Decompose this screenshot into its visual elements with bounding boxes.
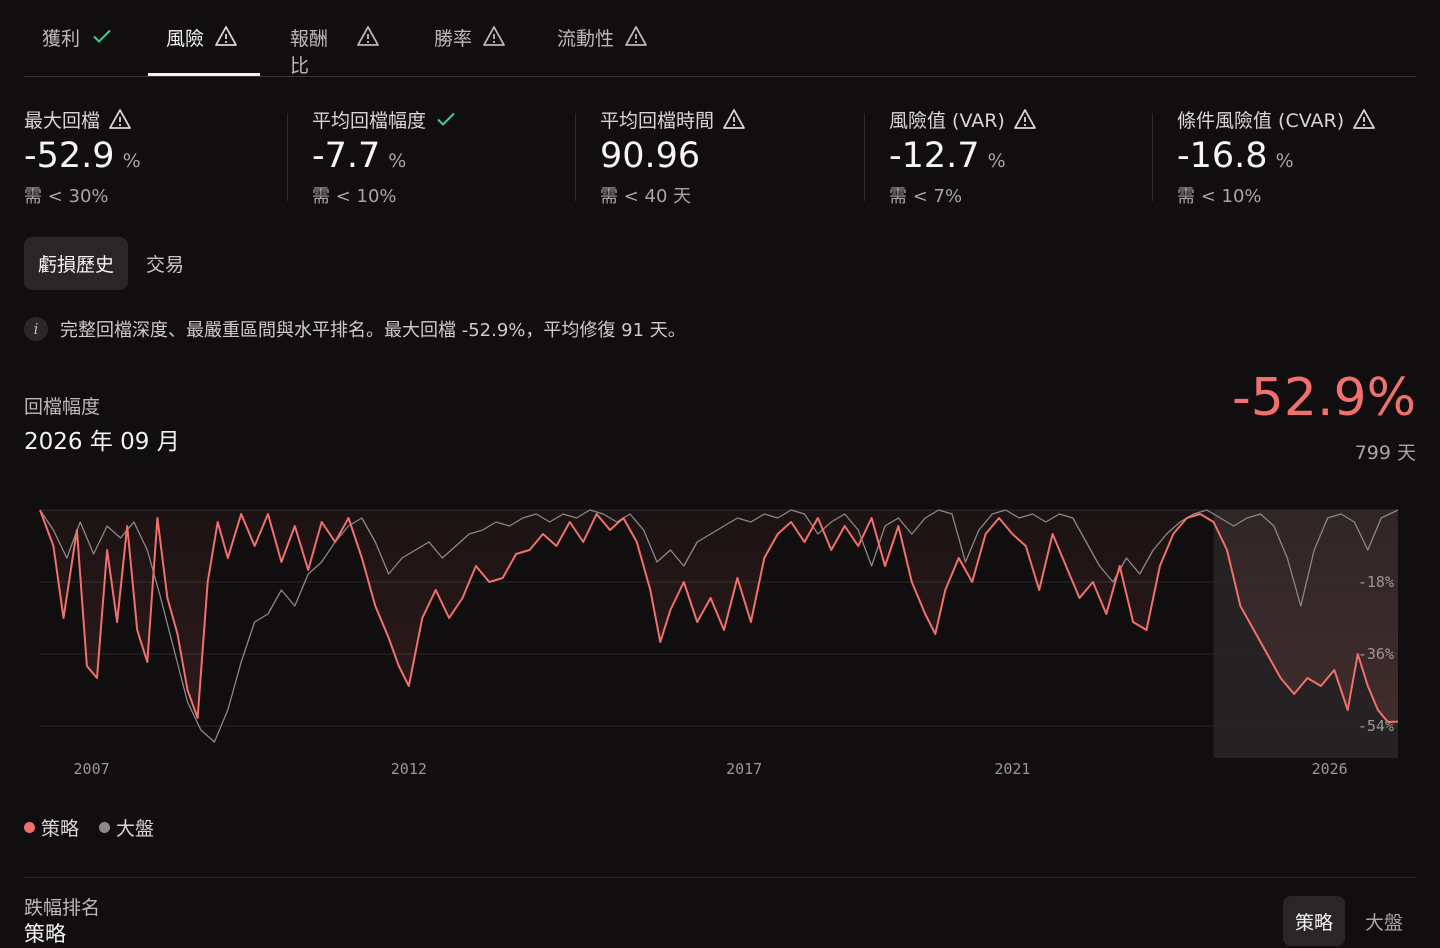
warning-icon [1013,107,1037,131]
info-note-text: 完整回檔深度、最嚴重區間與水平排名。最大回檔 -52.9%，平均修復 91 天。 [60,320,686,341]
tab-label: 報酬比 [290,28,329,77]
drawdown-days: 799 天 [1354,442,1416,464]
y-tick-label: -54% [1358,717,1394,735]
subtab-trades[interactable]: 交易 [136,237,194,290]
metric-requirement: 需 < 10% [1177,186,1262,207]
metric-unit: % [987,150,1006,172]
warning-icon [482,24,506,48]
metric-avg-drawdown-time: 平均回檔時間 90.96 需 < 40 天 [600,104,746,207]
warning-icon [108,107,132,131]
risk-tab-bar: 獲利 風險 報酬比 勝率 流動性 [24,0,1416,77]
divider [24,877,1416,878]
tab-return-ratio[interactable]: 報酬比 [272,24,398,77]
tab-profit[interactable]: 獲利 [24,24,136,76]
warning-icon [1352,107,1376,131]
ranking-title: 跌幅排名 [24,897,101,919]
metric-requirement: 需 < 40 天 [600,186,692,207]
chart-title: 回檔幅度 [24,396,101,418]
legend-label: 策略 [41,818,80,840]
check-icon [90,24,114,48]
metric-value: -7.7 [312,136,381,176]
x-tick-label: 2021 [994,760,1030,778]
tab-label: 獲利 [42,28,81,50]
metric-value: -52.9 [24,136,115,176]
info-icon: i [24,317,48,341]
divider [575,113,576,201]
y-tick-label: -36% [1358,645,1394,663]
tab-liquidity[interactable]: 流動性 [539,24,669,76]
tab-label: 勝率 [434,28,473,50]
legend-item-strategy[interactable]: 策略 [24,814,79,841]
metric-requirement: 需 < 10% [312,186,397,207]
metric-value: 90.96 [600,136,701,176]
metric-label: 最大回檔 [24,109,101,132]
metric-label: 條件風險值 (CVAR) [1177,109,1345,132]
warning-icon [722,107,746,131]
ranking-toggle-strategy[interactable]: 策略 [1283,896,1345,946]
metric-label: 風險值 (VAR) [889,109,1005,132]
x-tick-label: 2007 [74,760,110,778]
metric-max-drawdown: 最大回檔 -52.9% 需 < 30% [24,104,141,207]
warning-icon [214,24,238,48]
info-note: i 完整回檔深度、最嚴重區間與水平排名。最大回檔 -52.9%，平均修復 91 … [24,316,686,342]
divider [1152,113,1153,201]
metric-unit: % [388,150,407,172]
tab-label: 流動性 [557,28,615,50]
divider [864,113,865,201]
metric-var: 風險值 (VAR) -12.7% 需 < 7% [889,104,1037,207]
x-tick-label: 2017 [726,760,762,778]
divider [287,113,288,201]
warning-icon [356,24,380,48]
chart-legend: 策略 大盤 [24,814,154,841]
metric-avg-drawdown: 平均回檔幅度 -7.7% 需 < 10% [312,104,458,207]
metric-value: -16.8 [1177,136,1268,176]
warning-icon [624,24,648,48]
legend-dot [24,822,35,833]
ranking-toggle-market[interactable]: 大盤 [1355,896,1413,946]
metric-unit: % [122,150,141,172]
legend-label: 大盤 [116,818,155,840]
subtab-loss-history[interactable]: 虧損歷史 [24,237,128,290]
metric-cvar: 條件風險值 (CVAR) -16.8% 需 < 10% [1177,104,1376,207]
chart-date: 2026 年 09 月 [24,429,180,455]
tab-win-rate[interactable]: 勝率 [416,24,526,76]
metric-value: -12.7 [889,136,980,176]
metric-requirement: 需 < 30% [24,186,109,207]
metric-requirement: 需 < 7% [889,186,963,207]
check-icon [434,107,458,131]
x-tick-label: 2026 [1312,760,1348,778]
legend-item-market[interactable]: 大盤 [99,814,154,841]
metric-unit: % [1275,150,1294,172]
ranking-subtitle: 策略 [24,922,66,946]
y-tick-label: -18% [1358,573,1394,591]
metric-label: 平均回檔幅度 [312,109,427,132]
legend-dot [99,822,111,833]
metric-label: 平均回檔時間 [600,109,715,132]
x-tick-label: 2012 [391,760,427,778]
tab-label: 風險 [166,28,205,50]
drawdown-chart[interactable]: -18% -36% -54% 2007 2012 2017 2021 2026 [0,490,1440,790]
current-drawdown-value: -52.9% [1232,368,1416,428]
tab-risk[interactable]: 風險 [148,24,260,76]
